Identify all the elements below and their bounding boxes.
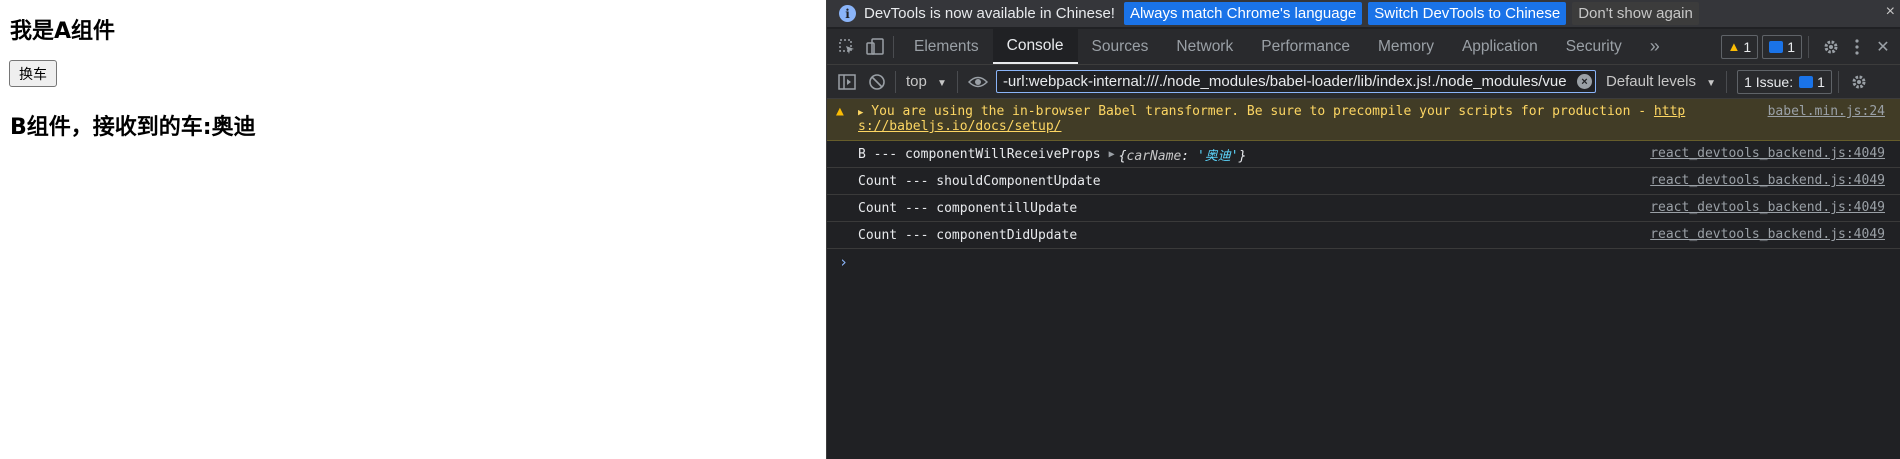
chevron-down-icon: ▼ — [1706, 78, 1717, 89]
issues-count: 1 — [1817, 73, 1825, 90]
close-devtools-icon[interactable]: ✕ — [1871, 35, 1895, 59]
log-source-link[interactable]: react_devtools_backend.js:4049 — [1650, 173, 1885, 188]
console-prompt-input[interactable]: › — [827, 249, 1900, 275]
devtools-tab-bar: Elements Console Sources Network Perform… — [827, 29, 1900, 65]
context-label: top — [906, 73, 927, 90]
chevron-down-icon: ▼ — [937, 78, 947, 89]
dont-show-again-button[interactable]: Don't show again — [1572, 2, 1699, 25]
divider — [893, 35, 894, 58]
console-output: ▲ ▶ You are using the in-browser Babel t… — [827, 99, 1900, 459]
expand-triangle-icon[interactable]: ▶ — [858, 108, 863, 118]
divider — [1808, 35, 1809, 58]
console-log-row: Count --- componentDidUpdate react_devto… — [827, 222, 1900, 249]
log-levels-dropdown[interactable]: Default levels ▼ — [1606, 73, 1716, 90]
rendered-page: 我是A组件 换车 B组件，接收到的车:奥迪 — [0, 0, 826, 459]
devtools-panel: i DevTools is now available in Chinese! … — [826, 0, 1900, 459]
messages-count: 1 — [1787, 38, 1795, 55]
notification-message: DevTools is now available in Chinese! — [864, 5, 1115, 22]
filter-value: -url:webpack-internal:///./node_modules/… — [1002, 73, 1567, 90]
prompt-chevron-icon: › — [839, 253, 849, 271]
log-source-link[interactable]: react_devtools_backend.js:4049 — [1650, 227, 1885, 242]
console-warning-message: ▲ ▶ You are using the in-browser Babel t… — [827, 99, 1900, 141]
log-text: Count --- shouldComponentUpdate — [858, 173, 1101, 189]
console-log-row: B --- componentWillReceiveProps ▶ {carNa… — [827, 141, 1900, 168]
divider — [895, 70, 896, 93]
log-text: B --- componentWillReceiveProps — [858, 146, 1101, 162]
sidebar-toggle-icon[interactable] — [835, 70, 859, 94]
match-language-button[interactable]: Always match Chrome's language — [1123, 2, 1363, 25]
live-expression-eye-icon[interactable] — [966, 70, 990, 94]
close-icon[interactable]: × — [1886, 3, 1895, 21]
clear-filter-icon[interactable]: × — [1576, 74, 1592, 89]
swap-car-button[interactable]: 换车 — [9, 60, 57, 87]
tab-network[interactable]: Network — [1162, 29, 1247, 64]
object-key: carName — [1126, 148, 1182, 164]
warning-icon: ▲ — [1727, 39, 1741, 54]
info-icon: i — [839, 5, 856, 22]
tab-application[interactable]: Application — [1448, 29, 1552, 64]
more-tabs-icon[interactable]: » — [1636, 29, 1674, 64]
log-text: Count --- componentDidUpdate — [858, 227, 1078, 243]
message-icon — [1769, 40, 1784, 53]
warning-icon: ▲ — [836, 104, 844, 119]
warnings-count: 1 — [1743, 38, 1752, 55]
warning-text: You are using the in-browser Babel trans… — [871, 104, 1654, 119]
console-log-row: Count --- shouldComponentUpdate react_de… — [827, 168, 1900, 195]
tab-performance[interactable]: Performance — [1247, 29, 1364, 64]
component-a-heading: 我是A组件 — [10, 19, 116, 44]
divider — [1726, 70, 1728, 93]
messages-badge[interactable]: 1 — [1762, 34, 1802, 59]
language-notification-bar: i DevTools is now available in Chinese! … — [827, 0, 1900, 27]
console-settings-gear-icon[interactable] — [1847, 70, 1871, 94]
expand-object-icon[interactable]: ▶ — [1109, 149, 1115, 160]
log-source-link[interactable]: react_devtools_backend.js:4049 — [1650, 200, 1885, 215]
clear-console-icon[interactable] — [865, 70, 889, 94]
log-levels-label: Default levels — [1605, 73, 1696, 90]
warnings-badge[interactable]: ▲ 1 — [1720, 34, 1759, 59]
log-object[interactable]: {carName: '奥迪'} — [1119, 145, 1247, 164]
log-source-link[interactable]: react_devtools_backend.js:4049 — [1650, 146, 1885, 161]
inspect-element-icon[interactable] — [835, 35, 859, 59]
console-log-row: Count --- componentillUpdate react_devto… — [827, 195, 1900, 222]
warning-link-part1[interactable]: http — [1654, 104, 1685, 119]
tab-elements[interactable]: Elements — [900, 29, 993, 64]
tab-sources[interactable]: Sources — [1078, 29, 1163, 64]
object-value: '奥迪' — [1196, 148, 1239, 164]
tab-memory[interactable]: Memory — [1364, 29, 1448, 64]
component-b-heading: B组件，接收到的车:奥迪 — [10, 115, 256, 140]
warning-link-part2[interactable]: s://babeljs.io/docs/setup/ — [858, 119, 1062, 134]
console-filter-input[interactable]: -url:webpack-internal:///./node_modules/… — [995, 70, 1596, 93]
switch-language-button[interactable]: Switch DevTools to Chinese — [1368, 2, 1567, 25]
warning-source-link[interactable]: babel.min.js:24 — [1768, 104, 1885, 119]
issue-icon — [1799, 75, 1814, 88]
device-toolbar-icon[interactable] — [863, 35, 887, 59]
context-selector[interactable]: top ▼ — [906, 73, 947, 90]
log-text: Count --- componentillUpdate — [858, 200, 1078, 216]
divider — [1837, 70, 1839, 93]
more-options-icon[interactable] — [1845, 35, 1869, 59]
tab-security[interactable]: Security — [1552, 29, 1636, 64]
issues-label: 1 Issue: — [1744, 73, 1794, 90]
issues-button[interactable]: 1 Issue: 1 — [1737, 69, 1832, 94]
tab-console[interactable]: Console — [992, 29, 1078, 64]
divider — [956, 70, 958, 93]
settings-gear-icon[interactable] — [1819, 35, 1843, 59]
console-toolbar: top ▼ -url:webpack-internal:///./node_mo… — [827, 65, 1900, 99]
